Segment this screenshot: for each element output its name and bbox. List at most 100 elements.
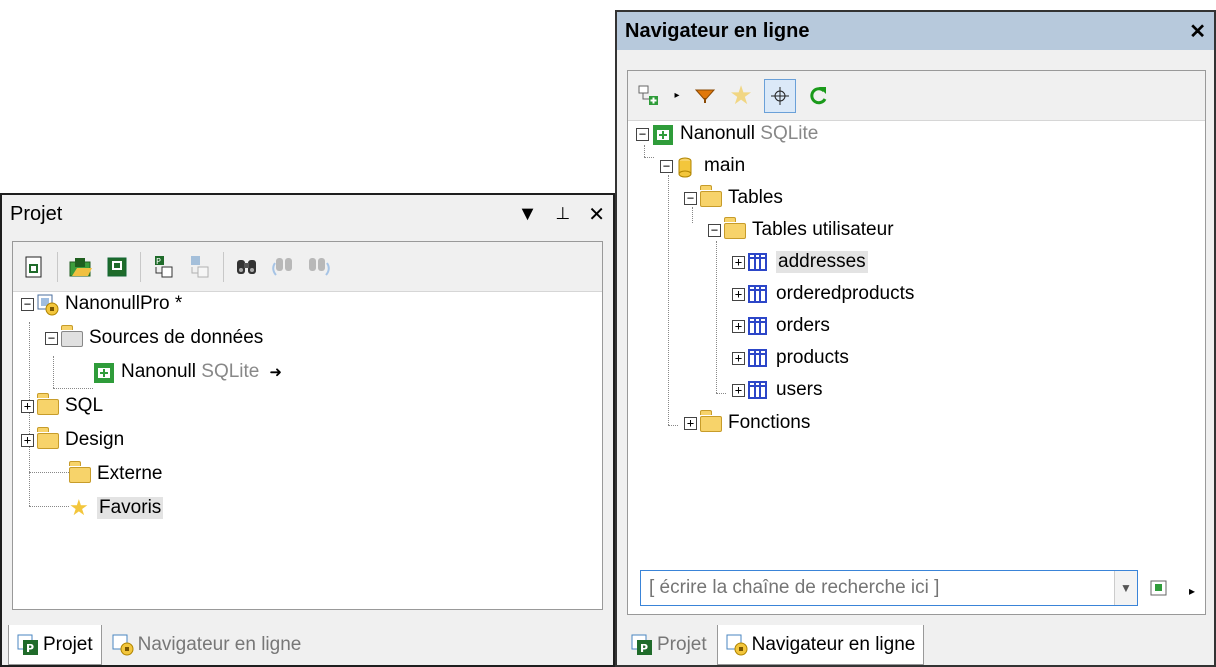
collapse-icon[interactable]: −	[45, 331, 58, 345]
tree-line	[716, 393, 726, 394]
navigator-tab-icon	[726, 634, 748, 656]
save-project-icon[interactable]	[104, 254, 130, 280]
table-icon	[748, 316, 770, 336]
svg-text:P: P	[640, 642, 648, 655]
tree-item-connection[interactable]: − Nanonull SQLite	[636, 119, 818, 149]
refresh-icon[interactable]	[806, 83, 832, 109]
tab-label: Navigateur en ligne	[751, 633, 916, 655]
toolbar-separator	[140, 251, 141, 282]
collapse-icon[interactable]: −	[21, 297, 34, 311]
functions-folder-icon	[700, 413, 722, 433]
tab-projet[interactable]: P Projet	[8, 625, 102, 665]
tree-item-table-orders[interactable]: + orders	[732, 311, 830, 341]
new-project-icon[interactable]	[21, 254, 47, 280]
navigator-panel-title: Navigateur en ligne	[625, 19, 810, 42]
toolbar-separator	[223, 251, 224, 282]
tree-label: orders	[776, 315, 830, 336]
project-tabbar: P Projet Navigateur en ligne	[2, 615, 613, 665]
tree-item-datasources[interactable]: − Sources de données	[45, 323, 263, 353]
tree-item-design[interactable]: + Design	[21, 425, 124, 455]
tree-item-schema-main[interactable]: − main	[660, 151, 745, 181]
tab-label: Projet	[657, 634, 707, 655]
project-panel-title: Projet	[10, 202, 63, 225]
tree-item-externe[interactable]: Externe	[69, 459, 162, 489]
table-icon	[748, 252, 770, 272]
tree-item-table-orderedproducts[interactable]: + orderedproducts	[732, 279, 914, 309]
navigator-content: ▸ ★ − Nanonull SQLite − main − Tables − …	[627, 70, 1206, 615]
tree-item-user-tables[interactable]: − Tables utilisateur	[708, 215, 894, 245]
expand-icon[interactable]: +	[732, 351, 745, 365]
connection-name: Nanonull	[121, 361, 196, 382]
tree-line	[29, 472, 69, 473]
tree-item-sql[interactable]: + SQL	[21, 391, 103, 421]
tree-line	[668, 175, 669, 425]
expand-icon[interactable]: +	[732, 255, 745, 269]
online-browser-panel: Navigateur en ligne ✕ ▸ ★ − Nanonull SQL…	[615, 10, 1216, 667]
favorites-star-icon[interactable]: ★	[728, 80, 754, 110]
tree-label: Externe	[97, 463, 163, 484]
expand-icon[interactable]: +	[684, 416, 697, 430]
user-tables-folder-icon	[724, 220, 746, 240]
tree-item-functions[interactable]: + Fonctions	[684, 408, 810, 438]
tree-line	[53, 388, 93, 389]
project-tab-icon: P	[631, 634, 653, 656]
tree-item-connection[interactable]: Nanonull SQLite ➜	[93, 357, 282, 387]
collapse-icon[interactable]: −	[684, 191, 697, 205]
expand-icon[interactable]: +	[732, 287, 745, 301]
search-dropdown-icon[interactable]: ▼	[1114, 571, 1137, 605]
tree-item-table-users[interactable]: + users	[732, 375, 822, 405]
add-object-icon[interactable]	[636, 83, 662, 109]
tree-label: SQL	[65, 395, 104, 416]
tree-line	[644, 157, 654, 158]
locate-crosshair-icon[interactable]	[764, 78, 796, 113]
tree-item-tables[interactable]: − Tables	[684, 183, 783, 213]
remove-file-icon[interactable]	[187, 254, 213, 280]
tree-item-table-addresses[interactable]: + addresses	[732, 247, 868, 277]
project-toolbar: P	[13, 242, 602, 292]
tab-navigateur[interactable]: Navigateur en ligne	[716, 625, 925, 665]
pin-icon[interactable]: ⊥	[555, 204, 570, 224]
window-position-dropdown-icon[interactable]: ▼	[518, 203, 538, 226]
tab-navigateur[interactable]: Navigateur en ligne	[104, 625, 310, 665]
expand-icon[interactable]: +	[21, 399, 34, 413]
tree-label: Tables utilisateur	[752, 219, 894, 240]
dropdown-arrow-icon[interactable]: ▸	[672, 83, 682, 109]
expand-icon[interactable]: +	[732, 383, 745, 397]
collapse-icon[interactable]: −	[636, 127, 649, 141]
tree-item-favoris[interactable]: ★ Favoris	[69, 493, 164, 523]
design-folder-icon	[37, 430, 59, 450]
find-next-icon[interactable]	[306, 254, 332, 280]
search-input[interactable]	[647, 576, 1114, 600]
collapse-icon[interactable]: −	[660, 159, 673, 173]
connection-type: SQLite	[760, 123, 819, 144]
add-file-icon[interactable]: P	[151, 254, 177, 280]
search-options-icon[interactable]	[1149, 578, 1169, 598]
navigator-titlebar: Navigateur en ligne ✕	[617, 12, 1214, 50]
open-project-icon[interactable]	[68, 254, 94, 280]
toolbar-separator	[57, 251, 58, 282]
expand-icon[interactable]: +	[732, 319, 745, 333]
star-icon: ★	[69, 495, 89, 520]
tables-folder-icon	[700, 188, 722, 208]
svg-text:P: P	[26, 642, 34, 655]
find-icon[interactable]	[234, 254, 260, 280]
collapse-icon[interactable]: −	[708, 223, 721, 237]
tree-label: NanonullPro *	[65, 293, 183, 314]
tree-label: users	[776, 379, 823, 400]
sqlite-connection-icon	[652, 124, 674, 145]
project-tree: − NanonullPro * − Sources de données Nan…	[13, 292, 602, 609]
tree-label: Sources de données	[89, 327, 264, 348]
filter-icon[interactable]	[692, 83, 718, 109]
tab-projet[interactable]: P Projet	[623, 625, 715, 665]
table-icon	[748, 380, 770, 400]
search-field: ▼	[640, 570, 1138, 606]
expand-icon[interactable]: +	[21, 433, 34, 447]
search-more-arrow-icon[interactable]: ▸	[1189, 584, 1195, 598]
navigator-toolbar: ▸ ★	[628, 71, 1205, 121]
sqlite-connection-icon	[93, 362, 115, 383]
close-icon[interactable]: ✕	[1189, 19, 1206, 44]
close-icon[interactable]: ✕	[588, 202, 605, 227]
tree-item-project-root[interactable]: − NanonullPro *	[21, 289, 182, 319]
find-prev-icon[interactable]	[270, 254, 296, 280]
tree-item-table-products[interactable]: + products	[732, 343, 849, 373]
